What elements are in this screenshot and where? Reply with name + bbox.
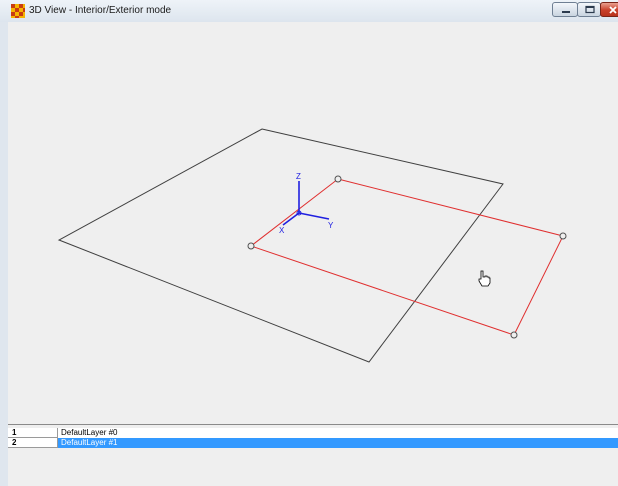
maximize-button[interactable] — [577, 2, 601, 17]
vertex-handle[interactable] — [247, 242, 255, 250]
app-window: 3D View - Interior/Exterior mode Z Y X 1… — [0, 0, 618, 486]
maximize-icon — [585, 5, 595, 14]
close-button[interactable] — [600, 2, 618, 17]
checkered-app-icon[interactable] — [11, 4, 25, 18]
vertex-handle[interactable] — [559, 232, 567, 240]
layer-name: DefaultLayer #0 — [61, 428, 118, 437]
z-axis-label: Z — [296, 172, 301, 181]
hand-cursor-icon — [478, 270, 491, 287]
layer-list: 1 DefaultLayer #0 2 DefaultLayer #1 — [8, 424, 618, 486]
floor-plane[interactable] — [57, 128, 504, 363]
close-icon — [609, 6, 617, 14]
layer-row[interactable]: 1 DefaultLayer #0 — [8, 428, 618, 438]
minimize-button[interactable] — [552, 2, 578, 17]
title-bar[interactable]: 3D View - Interior/Exterior mode — [0, 0, 618, 22]
layer-row-selected[interactable]: 2 DefaultLayer #1 — [8, 438, 618, 448]
layer-index: 1 — [8, 428, 58, 438]
vertex-handle[interactable] — [510, 331, 518, 339]
y-axis-label: Y — [328, 221, 334, 230]
vertex-handle[interactable] — [334, 175, 342, 183]
x-axis-label: X — [279, 226, 285, 235]
layer-name: DefaultLayer #1 — [61, 438, 118, 447]
minimize-icon — [562, 11, 570, 13]
window-title: 3D View - Interior/Exterior mode — [29, 5, 172, 16]
layer-index: 2 — [8, 438, 58, 448]
3d-viewport[interactable]: Z Y X — [8, 22, 618, 424]
